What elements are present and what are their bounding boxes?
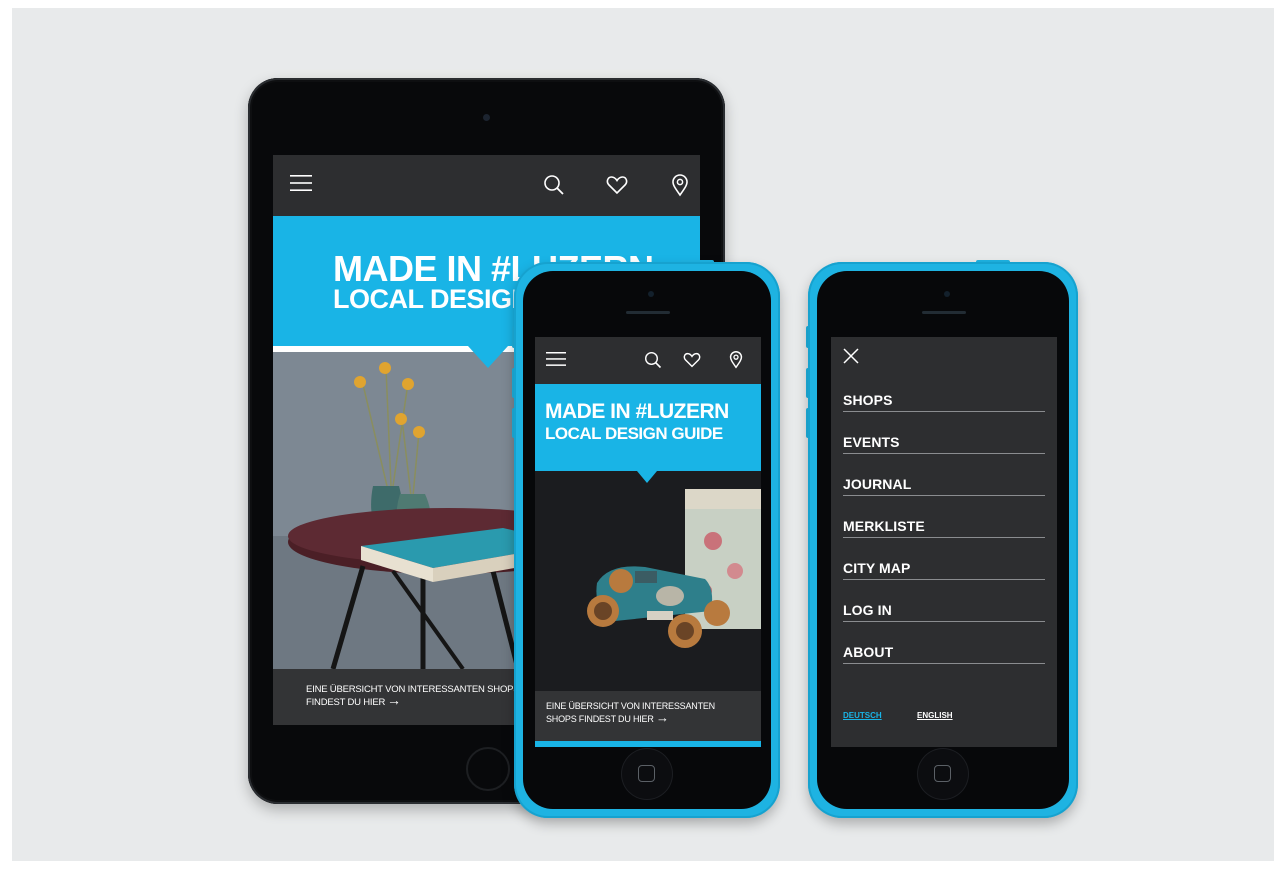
menu-item-label: MERKLISTE [843, 518, 925, 534]
phone-device-home: MADE IN #LUZERN LOCAL DESIGN GUIDE EINE … [514, 262, 780, 818]
phone-face: MADE IN #LUZERN LOCAL DESIGN GUIDE EINE … [523, 271, 771, 809]
menu-item-label: JOURNAL [843, 476, 912, 492]
phone-camera [648, 291, 654, 297]
menu-item-events[interactable]: EVENTS [843, 423, 1045, 454]
tablet-footer-line1: EINE ÜBERSICHT VON INTERESSANTEN SHOPS [306, 684, 520, 695]
location-pin-icon[interactable] [671, 173, 689, 197]
location-pin-icon[interactable] [729, 350, 743, 369]
hero-title-line1: MADE IN #LUZERN [545, 400, 729, 423]
menu-item-journal[interactable]: JOURNAL [843, 465, 1045, 496]
menu-icon[interactable] [290, 174, 312, 192]
search-icon[interactable] [644, 351, 662, 369]
menu-item-label: LOG IN [843, 602, 892, 618]
language-link-english[interactable]: ENGLISH [917, 711, 953, 720]
menu-icon[interactable] [546, 351, 566, 367]
tablet-footer-line2: FINDEST DU HIER [306, 697, 386, 708]
phone-speaker [922, 311, 966, 314]
arrow-right-icon: → [387, 692, 401, 708]
language-link-deutsch[interactable]: DEUTSCH [843, 711, 882, 720]
tablet-home-button [466, 747, 510, 791]
menu-screen: SHOPS EVENTS JOURNAL MERKLISTE CITY MAP … [831, 337, 1057, 747]
phone-footer-line1: EINE ÜBERSICHT VON INTERESSANTEN [546, 701, 715, 711]
phone-footer[interactable]: EINE ÜBERSICHT VON INTERESSANTEN SHOPS F… [535, 691, 761, 747]
phone-device-menu: SHOPS EVENTS JOURNAL MERKLISTE CITY MAP … [808, 262, 1078, 818]
phone-speaker [626, 311, 670, 314]
menu-item-shops[interactable]: SHOPS [843, 381, 1045, 412]
menu-item-label: EVENTS [843, 434, 900, 450]
phone-navbar [535, 337, 761, 384]
tablet-camera [483, 114, 490, 121]
menu-item-about[interactable]: ABOUT [843, 633, 1045, 664]
phone-footer-accent-bar [535, 741, 761, 747]
search-icon[interactable] [543, 174, 565, 196]
heart-icon[interactable] [606, 175, 628, 195]
phone-face: SHOPS EVENTS JOURNAL MERKLISTE CITY MAP … [817, 271, 1069, 809]
phone-home-button [621, 748, 673, 800]
phone-hero-banner: MADE IN #LUZERN LOCAL DESIGN GUIDE [535, 384, 761, 471]
tablet-navbar [273, 155, 700, 216]
hero-title-line2: LOCAL DESIGN GUIDE [545, 424, 723, 443]
close-icon[interactable] [843, 348, 859, 364]
menu-item-merkliste[interactable]: MERKLISTE [843, 507, 1045, 538]
heart-icon[interactable] [683, 352, 701, 368]
scene-background: MADE IN #LUZERN LOCAL DESIGN GUIDE EINE … [12, 8, 1274, 861]
menu-item-label: ABOUT [843, 644, 894, 660]
phone-hero-photo [535, 471, 761, 691]
phone-footer-line2: SHOPS FINDEST DU HIER [546, 714, 654, 724]
arrow-right-icon: → [656, 710, 669, 725]
menu-item-log-in[interactable]: LOG IN [843, 591, 1045, 622]
menu-item-label: CITY MAP [843, 560, 911, 576]
menu-item-label: SHOPS [843, 392, 893, 408]
phone-home-button [917, 748, 969, 800]
menu-item-city-map[interactable]: CITY MAP [843, 549, 1045, 580]
phone-screen: MADE IN #LUZERN LOCAL DESIGN GUIDE EINE … [535, 337, 761, 747]
phone-camera [944, 291, 950, 297]
